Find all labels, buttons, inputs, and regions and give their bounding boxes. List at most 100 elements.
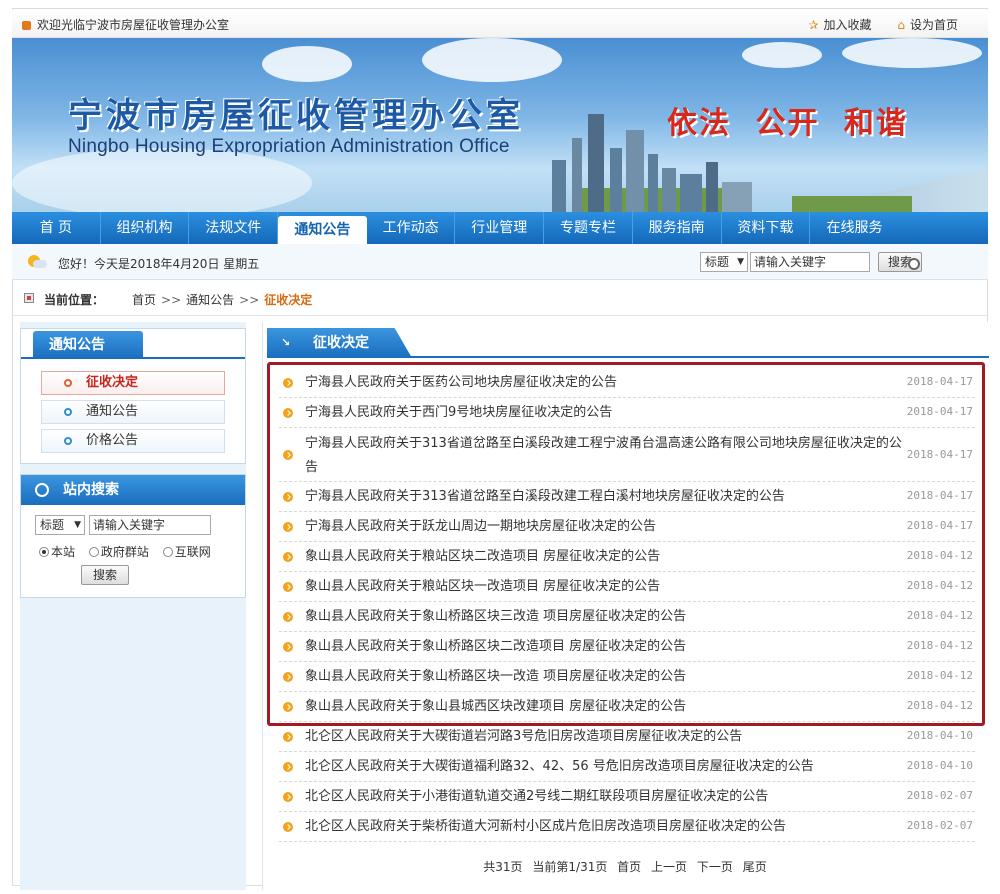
- radio-internet[interactable]: 互联网: [162, 543, 211, 560]
- site-search-field-select[interactable]: 标题 ▼: [35, 515, 85, 535]
- notice-title[interactable]: 象山县人民政府关于粮站区块二改造项目 房屋征收决定的公告: [305, 548, 905, 566]
- dropdown-arrow-icon: ▼: [737, 257, 744, 267]
- nav-notices[interactable]: 通知公告: [278, 216, 367, 244]
- notice-title[interactable]: 象山县人民政府关于象山县城西区块改建项目 房屋征收决定的公告: [305, 698, 905, 716]
- arrow-bullet-icon: [283, 732, 293, 742]
- sidebar: 通知公告 征收决定 通知公告 价格公告 站内搜索 标题 ▼ 请输入关键字 本站 政…: [20, 322, 246, 890]
- notice-title[interactable]: 北仑区人民政府关于大碶街道福利路32、42、56 号危旧房改造项目房屋征收决定的…: [305, 758, 905, 776]
- arrow-bullet-icon: [283, 492, 293, 502]
- nav-industry[interactable]: 行业管理: [455, 212, 545, 244]
- breadcrumb-home[interactable]: 首页: [132, 293, 156, 307]
- search-icon: [35, 483, 49, 497]
- site-search-input[interactable]: 请输入关键字: [89, 515, 211, 535]
- list-item[interactable]: 象山县人民政府关于象山桥路区块二改造项目 房屋征收决定的公告 2018-04-12: [279, 632, 975, 662]
- building-decoration: [626, 130, 644, 212]
- list-item[interactable]: 北仑区人民政府关于大碶街道福利路32、42、56 号危旧房改造项目房屋征收决定的…: [279, 752, 975, 782]
- content-header: ↘ 征收决定: [267, 328, 989, 358]
- notice-date: 2018-04-12: [906, 609, 973, 622]
- search-scope-radios: 本站 政府群站 互联网: [39, 543, 221, 560]
- welcome-text: 欢迎光临宁波市房屋征收管理办公室: [22, 16, 229, 33]
- add-bookmark-link[interactable]: ✰ 加入收藏: [808, 18, 871, 32]
- radio-this-site[interactable]: 本站: [39, 543, 75, 560]
- nav-topics[interactable]: 专题专栏: [544, 212, 633, 244]
- notice-title[interactable]: 象山县人民政府关于象山桥路区块三改造 项目房屋征收决定的公告: [305, 608, 905, 626]
- pager-first[interactable]: 首页: [617, 860, 641, 874]
- notice-title[interactable]: 象山县人民政府关于粮站区块一改造项目 房屋征收决定的公告: [305, 578, 905, 596]
- notice-title[interactable]: 宁海县人民政府关于313省道岔路至白溪段改建工程白溪村地块房屋征收决定的公告: [305, 488, 905, 506]
- list-item[interactable]: 象山县人民政府关于象山桥路区块三改造 项目房屋征收决定的公告 2018-04-12: [279, 602, 975, 632]
- list-item[interactable]: 宁海县人民政府关于医药公司地块房屋征收决定的公告 2018-04-17: [279, 368, 975, 398]
- site-title: 宁波市房屋征收管理办公室: [68, 96, 524, 136]
- site-search-button[interactable]: 搜索: [81, 565, 129, 585]
- notice-date: 2018-04-12: [906, 669, 973, 682]
- divider: [12, 315, 988, 316]
- pager-next[interactable]: 下一页: [697, 860, 733, 874]
- notice-date: 2018-02-07: [906, 819, 973, 832]
- list-item[interactable]: 象山县人民政府关于粮站区块二改造项目 房屋征收决定的公告 2018-04-12: [279, 542, 975, 572]
- list-item[interactable]: 北仑区人民政府关于大碶街道岩河路3号危旧房改造项目房屋征收决定的公告 2018-0…: [279, 722, 975, 752]
- notice-date: 2018-04-10: [906, 759, 973, 772]
- notice-title[interactable]: 象山县人民政府关于象山桥路区块一改造 项目房屋征收决定的公告: [305, 668, 905, 686]
- pager-last[interactable]: 尾页: [743, 860, 767, 874]
- dropdown-arrow-icon: ▼: [74, 520, 81, 530]
- pager-prev[interactable]: 上一页: [651, 860, 687, 874]
- list-item[interactable]: 象山县人民政府关于象山桥路区块一改造 项目房屋征收决定的公告 2018-04-12: [279, 662, 975, 692]
- notice-date: 2018-04-12: [906, 639, 973, 652]
- sidebar-item-expropriation-decision[interactable]: 征收决定: [41, 371, 225, 395]
- weather-icon: [26, 253, 47, 269]
- notice-title[interactable]: 宁海县人民政府关于医药公司地块房屋征收决定的公告: [305, 374, 905, 392]
- nav-home[interactable]: 首 页: [12, 212, 101, 244]
- list-item[interactable]: 宁海县人民政府关于313省道岔路至白溪段改建工程宁波甬台温高速公路有限公司地块房…: [279, 428, 975, 482]
- notice-title[interactable]: 宁海县人民政府关于313省道岔路至白溪段改建工程宁波甬台温高速公路有限公司地块房…: [305, 432, 905, 480]
- arrow-bullet-icon: [283, 612, 293, 622]
- sidebar-item-price-notices[interactable]: 价格公告: [41, 429, 225, 453]
- notice-title[interactable]: 宁海县人民政府关于西门9号地块房屋征收决定的公告: [305, 404, 905, 422]
- sidebar-item-notices[interactable]: 通知公告: [41, 400, 225, 424]
- notice-title[interactable]: 北仑区人民政府关于柴桥街道大河新村小区成片危旧房改造项目房屋征收决定的公告: [305, 818, 905, 836]
- notice-date: 2018-04-10: [906, 729, 973, 742]
- list-item[interactable]: 象山县人民政府关于粮站区块一改造项目 房屋征收决定的公告 2018-04-12: [279, 572, 975, 602]
- breadcrumb: 当前位置： 首页 >> 通知公告 >> 征收决定: [12, 288, 988, 310]
- notice-title[interactable]: 北仑区人民政府关于大碶街道岩河路3号危旧房改造项目房屋征收决定的公告: [305, 728, 905, 746]
- arrow-bullet-icon: [283, 552, 293, 562]
- notice-title[interactable]: 宁海县人民政府关于跃龙山周边一期地块房屋征收决定的公告: [305, 518, 905, 536]
- arrow-bullet-icon: [283, 642, 293, 652]
- set-homepage-link[interactable]: ⌂ 设为首页: [897, 18, 958, 32]
- slogan: 依法 公开 和谐: [667, 106, 908, 141]
- list-item[interactable]: 宁海县人民政府关于跃龙山周边一期地块房屋征收决定的公告 2018-04-17: [279, 512, 975, 542]
- pager-total: 共31页: [483, 860, 523, 874]
- radio-government-sites[interactable]: 政府群站: [88, 543, 149, 560]
- building-decoration: [662, 168, 676, 212]
- cloud-decoration: [842, 38, 982, 68]
- building-decoration: [588, 114, 604, 212]
- sidebar-heading: 通知公告: [33, 331, 143, 359]
- pagination: 共31页 当前第1/31页 首页 上一页 下一页 尾页: [262, 858, 988, 875]
- arrow-bullet-icon: [283, 378, 293, 388]
- search-field-select[interactable]: 标题 ▼: [700, 252, 748, 272]
- circle-bullet-icon: [64, 437, 72, 445]
- nav-regulations[interactable]: 法规文件: [189, 212, 279, 244]
- nav-online-service[interactable]: 在线服务: [810, 212, 899, 244]
- cloud-decoration: [422, 38, 562, 82]
- arrow-bullet-icon: [283, 762, 293, 772]
- nav-service-guide[interactable]: 服务指南: [633, 212, 722, 244]
- breadcrumb-section[interactable]: 通知公告: [186, 293, 234, 307]
- notice-title[interactable]: 象山县人民政府关于象山桥路区块二改造项目 房屋征收决定的公告: [305, 638, 905, 656]
- list-item[interactable]: 宁海县人民政府关于西门9号地块房屋征收决定的公告 2018-04-17: [279, 398, 975, 428]
- nav-organization[interactable]: 组织机构: [101, 212, 190, 244]
- list-item[interactable]: 象山县人民政府关于象山县城西区块改建项目 房屋征收决定的公告 2018-04-12: [279, 692, 975, 722]
- info-bar: 您好！今天是2018年4月20日 星期五 标题 ▼ 请输入关键字 搜索: [12, 244, 988, 280]
- list-item[interactable]: 宁海县人民政府关于313省道岔路至白溪段改建工程白溪村地块房屋征收决定的公告 20…: [279, 482, 975, 512]
- search-input[interactable]: 请输入关键字: [750, 252, 870, 272]
- location-icon: [24, 293, 34, 303]
- list-item[interactable]: 北仑区人民政府关于柴桥街道大河新村小区成片危旧房改造项目房屋征收决定的公告 201…: [279, 812, 975, 842]
- list-item[interactable]: 北仑区人民政府关于小港街道轨道交通2号线二期红联段项目房屋征收决定的公告 2018…: [279, 782, 975, 812]
- nav-downloads[interactable]: 资料下载: [722, 212, 811, 244]
- date-greeting: 您好！今天是2018年4月20日 星期五: [58, 257, 260, 271]
- notice-date: 2018-04-17: [906, 448, 973, 461]
- nav-work-news[interactable]: 工作动态: [367, 212, 456, 244]
- notice-title[interactable]: 北仑区人民政府关于小港街道轨道交通2号线二期红联段项目房屋征收决定的公告: [305, 788, 905, 806]
- site-search-heading: 站内搜索: [21, 475, 245, 505]
- building-decoration: [706, 162, 718, 212]
- cloud-decoration: [262, 46, 352, 82]
